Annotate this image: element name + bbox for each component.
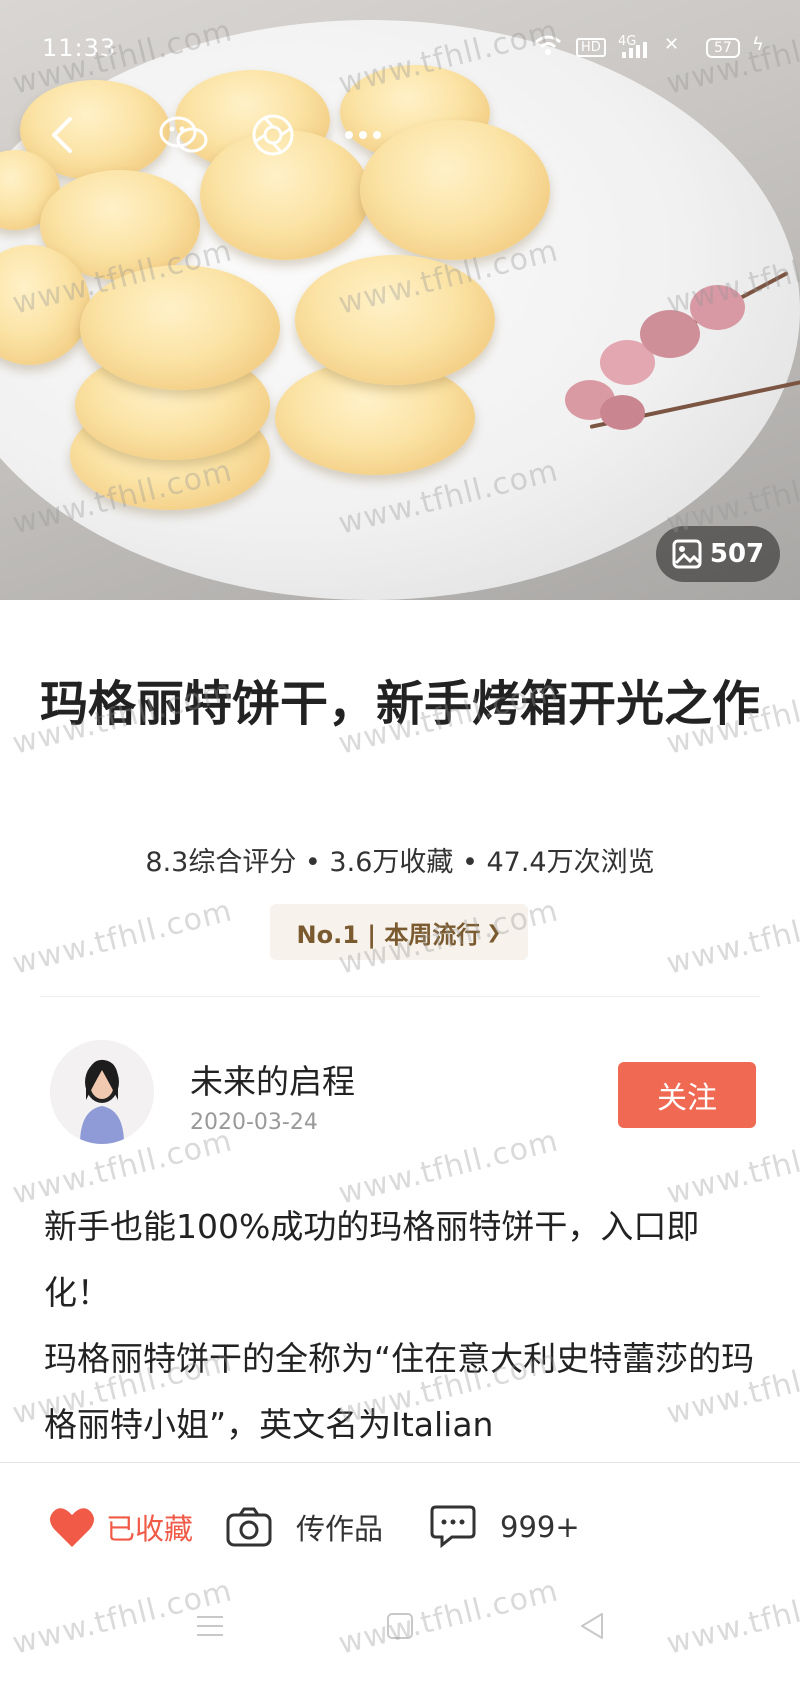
- cookie: [360, 120, 550, 260]
- battery-indicator: 57: [706, 38, 740, 58]
- back-nav-icon: [581, 1613, 603, 1639]
- back-icon: [52, 117, 72, 153]
- share-wechat-button[interactable]: [156, 112, 212, 158]
- share-moments-button[interactable]: [250, 112, 296, 158]
- comments-button[interactable]: 999+: [430, 1501, 580, 1553]
- author-avatar[interactable]: [50, 1040, 154, 1144]
- weekly-rank-badge[interactable]: No.1 | 本周流行 ❯: [270, 904, 528, 960]
- author-name[interactable]: 未来的启程: [190, 1055, 355, 1103]
- divider: [40, 996, 760, 997]
- menu-nav-button[interactable]: [190, 1606, 230, 1646]
- signal-icon: [622, 42, 648, 62]
- dried-flower: [640, 310, 700, 358]
- home-nav-button[interactable]: [380, 1606, 420, 1646]
- system-nav-bar: [0, 1580, 800, 1688]
- gallery-icon: [672, 539, 702, 569]
- upload-label: 传作品: [296, 1512, 384, 1546]
- dried-flower: [600, 395, 645, 430]
- rank-label: No.1 | 本周流行: [296, 920, 481, 949]
- charging-icon: ϟ: [752, 34, 764, 55]
- wifi-icon: [534, 34, 562, 60]
- watermark: www.tfhll.com: [9, 893, 236, 982]
- photo-count-badge[interactable]: 507: [656, 526, 780, 582]
- back-nav-button[interactable]: [572, 1606, 612, 1646]
- more-icon: [345, 131, 381, 139]
- recipe-title: 玛格丽特饼干，新手烤箱开光之作: [40, 676, 761, 732]
- hd-indicator: HD: [576, 38, 606, 57]
- upload-work-button[interactable]: 传作品: [226, 1501, 383, 1553]
- recipe-cover-photo[interactable]: 11:33 HD 4G ✕ 57 ϟ 507: [0, 0, 800, 600]
- description-line: 新手也能100%成功的玛格丽特饼干，入口即化！: [44, 1207, 700, 1312]
- home-nav-icon: [387, 1613, 413, 1639]
- more-button[interactable]: [340, 112, 386, 158]
- status-bar: 11:33 HD 4G ✕ 57 ϟ: [0, 0, 800, 62]
- dried-flower: [690, 285, 745, 330]
- back-button[interactable]: [38, 112, 84, 158]
- cookie: [295, 255, 495, 385]
- moments-icon: [252, 114, 294, 156]
- status-time: 11:33: [42, 34, 117, 62]
- signal-off-icon: ✕: [664, 34, 680, 55]
- recipe-stats: 8.3综合评分 • 3.6万收藏 • 47.4万次浏览: [145, 847, 655, 878]
- photo-count: 507: [709, 539, 765, 569]
- cookie: [80, 265, 280, 390]
- wechat-icon: [159, 116, 208, 153]
- comments-count: 999+: [500, 1510, 580, 1544]
- favorite-label: 已收藏: [106, 1512, 194, 1546]
- comment-icon: [430, 1505, 476, 1549]
- recipe-description: 新手也能100%成功的玛格丽特饼干，入口即化！ 玛格丽特饼干的全称为“住在意大利…: [44, 1194, 760, 1458]
- description-line: 玛格丽特饼干的全称为“住在意大利史特蕾莎的玛格丽特小姐”，英文名为Italian: [44, 1339, 755, 1444]
- favorite-button[interactable]: 已收藏: [48, 1501, 193, 1553]
- camera-icon: [226, 1507, 272, 1547]
- publish-date: 2020-03-24: [190, 1110, 318, 1135]
- menu-nav-icon: [197, 1616, 223, 1636]
- follow-button[interactable]: 关注: [618, 1062, 756, 1128]
- heart-icon: [50, 1508, 94, 1547]
- chevron-right-icon: ❯: [486, 921, 502, 943]
- watermark: www.tfhll.com: [663, 893, 800, 982]
